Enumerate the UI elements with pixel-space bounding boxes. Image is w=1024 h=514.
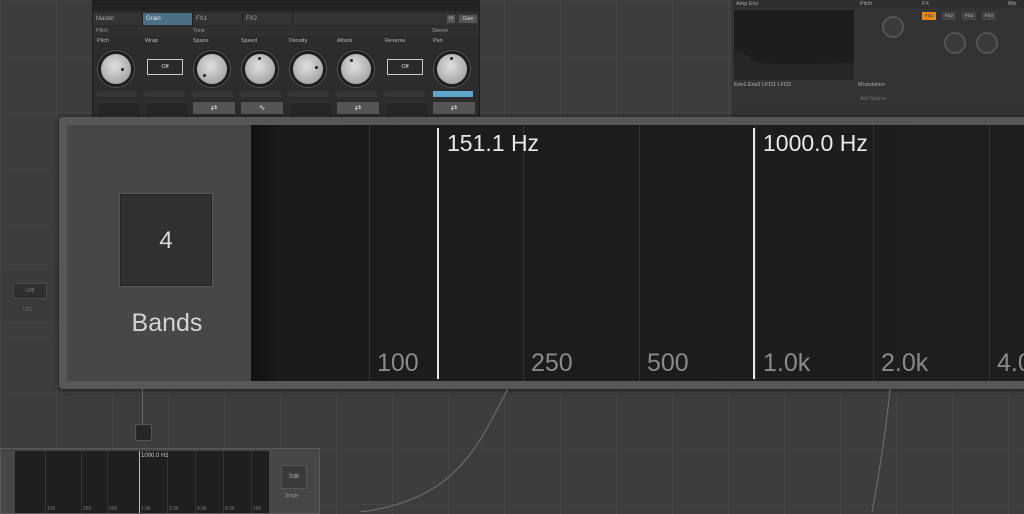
mini-gridline — [223, 451, 224, 513]
patch-cable[interactable] — [359, 388, 509, 512]
mini-side-label: Single — [285, 493, 299, 499]
mini-split-handle[interactable] — [139, 451, 140, 513]
mini-split-label: 1000.0 Hz — [141, 453, 169, 459]
mini-tick-label: 250 — [83, 506, 92, 512]
mini-gridline — [81, 451, 82, 513]
mini-gridline — [167, 451, 168, 513]
patch-cable[interactable] — [871, 388, 891, 512]
connector-wire — [142, 389, 143, 425]
connector-node[interactable] — [135, 424, 152, 441]
patch-cables — [359, 388, 891, 512]
mini-tick-label: 16k — [253, 506, 262, 512]
mini-gridline — [195, 451, 196, 513]
mini-crossover-device: 1000.0 Hz 100 250 500 1.0k 2.0k 4.0k 8.0… — [0, 448, 320, 514]
mini-tick-label: 4.0k — [197, 506, 207, 512]
mini-tick-label: 1.0k — [141, 506, 151, 512]
mini-tick-label: 8.0k — [225, 506, 235, 512]
mini-tick-label: 100 — [47, 506, 56, 512]
mini-tick-label: 500 — [109, 506, 118, 512]
mini-gridline — [107, 451, 108, 513]
mini-gridline — [251, 451, 252, 513]
mini-tick-label: 2.0k — [169, 506, 179, 512]
mini-side-button[interactable]: Sdb — [281, 465, 307, 489]
mini-frequency-display[interactable]: 1000.0 Hz 100 250 500 1.0k 2.0k 4.0k 8.0… — [15, 451, 269, 513]
mini-gridline — [45, 451, 46, 513]
